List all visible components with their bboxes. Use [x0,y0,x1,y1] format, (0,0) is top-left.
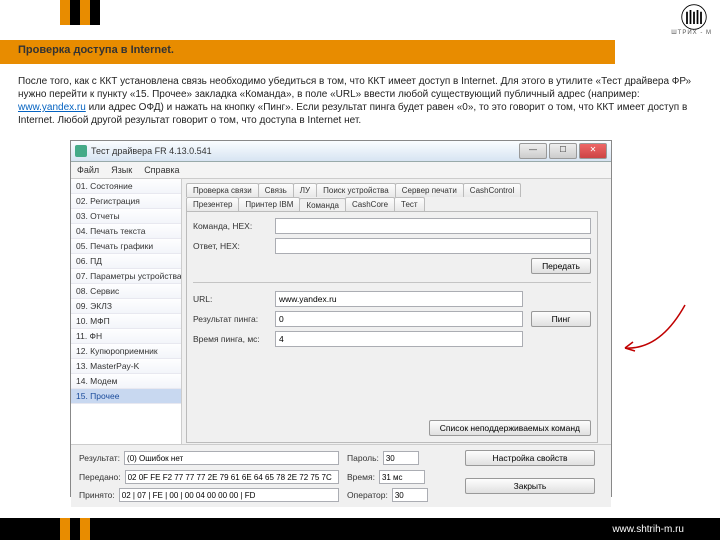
arrow-annotation [620,300,690,360]
tab-Тест[interactable]: Тест [394,197,425,211]
sidebar-item-9[interactable]: 10. МФП [71,314,181,329]
menu-bar: Файл Язык Справка [71,162,611,179]
recv-label: Принято: [79,490,115,500]
cmd-hex-label: Команда, HEX: [193,221,275,231]
tab-Связь[interactable]: Связь [258,183,294,197]
url-label: URL: [193,294,275,304]
ans-hex-label: Ответ, HEX: [193,241,275,251]
ping-result-label: Результат пинга: [193,314,275,324]
cmd-hex-input[interactable] [275,218,591,234]
sidebar-item-5[interactable]: 06. ПД [71,254,181,269]
tab-CashControl[interactable]: CashControl [463,183,521,197]
ping-button[interactable]: Пинг [531,311,591,327]
tab-Презентер[interactable]: Презентер [186,197,239,211]
sent-label: Передано: [79,472,121,482]
maximize-button[interactable]: ☐ [549,143,577,159]
ans-hex-input[interactable] [275,238,591,254]
sent-value [125,470,339,484]
window-title: Тест драйвера FR 4.13.0.541 [91,146,519,156]
props-button[interactable]: Настройка свойств [465,450,595,466]
menu-file[interactable]: Файл [77,165,99,175]
sidebar-item-4[interactable]: 05. Печать графики [71,239,181,254]
sidebar: 01. Состояние02. Регистрация03. Отчеты04… [71,179,182,444]
close2-button[interactable]: Закрыть [465,478,595,494]
menu-lang[interactable]: Язык [111,165,132,175]
sidebar-item-2[interactable]: 03. Отчеты [71,209,181,224]
tab-Поиск устройства[interactable]: Поиск устройства [316,183,396,197]
tab-Сервер печати[interactable]: Сервер печати [395,183,464,197]
sidebar-item-1[interactable]: 02. Регистрация [71,194,181,209]
footer-url: www.shtrih-m.ru [612,524,684,535]
footer: www.shtrih-m.ru [0,518,720,540]
sidebar-item-12[interactable]: 13. MasterPay-K [71,359,181,374]
sidebar-item-14[interactable]: 15. Прочее [71,389,181,404]
brand-logo [680,3,708,31]
title-bar: Тест драйвера FR 4.13.0.541 — ☐ ✕ [71,141,611,162]
send-button[interactable]: Передать [531,258,591,274]
content-area: Проверка связиСвязьЛУПоиск устройстваСер… [182,179,611,444]
tab-CashCore[interactable]: CashCore [345,197,395,211]
sidebar-item-13[interactable]: 14. Модем [71,374,181,389]
time-label: Время: [347,472,375,482]
recv-value [119,488,339,502]
tab-ЛУ[interactable]: ЛУ [293,183,317,197]
unsupported-cmds-button[interactable]: Список неподдерживаемых команд [429,420,591,436]
sidebar-item-8[interactable]: 09. ЭКЛЗ [71,299,181,314]
password-label: Пароль: [347,453,379,463]
page-title: Проверка доступа в Internet. [18,44,174,56]
tab-panel: Команда, HEX: Ответ, HEX: Передать URL: … [186,211,598,443]
brand-name: ШТРИХ - М [671,30,712,36]
ping-result-input[interactable] [275,311,523,327]
close-button[interactable]: ✕ [579,143,607,159]
time-value [379,470,425,484]
ping-time-input[interactable] [275,331,523,347]
tab-Принтер IBM[interactable]: Принтер IBM [238,197,300,211]
operator-label: Оператор: [347,490,388,500]
sidebar-item-7[interactable]: 08. Сервис [71,284,181,299]
minimize-button[interactable]: — [519,143,547,159]
tab-Команда[interactable]: Команда [299,198,346,212]
sidebar-item-11[interactable]: 12. Купюроприемник [71,344,181,359]
description-text: После того, как с ККТ установлена связь … [18,75,702,127]
sidebar-item-10[interactable]: 11. ФН [71,329,181,344]
ping-time-label: Время пинга, мс: [193,334,275,344]
url-input[interactable] [275,291,523,307]
sidebar-item-0[interactable]: 01. Состояние [71,179,181,194]
result-value [124,451,339,465]
top-stripes [60,0,100,25]
app-icon [75,145,87,157]
operator-value [392,488,428,502]
example-link[interactable]: www.yandex.ru [18,102,86,113]
menu-help[interactable]: Справка [144,165,179,175]
tab-Проверка связи[interactable]: Проверка связи [186,183,259,197]
sidebar-item-3[interactable]: 04. Печать текста [71,224,181,239]
result-label: Результат: [79,453,120,463]
app-window: Тест драйвера FR 4.13.0.541 — ☐ ✕ Файл Я… [70,140,612,497]
status-panel: Результат: Пароль: Настройка свойств Пер… [71,444,611,507]
sidebar-item-6[interactable]: 07. Параметры устройства [71,269,181,284]
password-value[interactable] [383,451,419,465]
